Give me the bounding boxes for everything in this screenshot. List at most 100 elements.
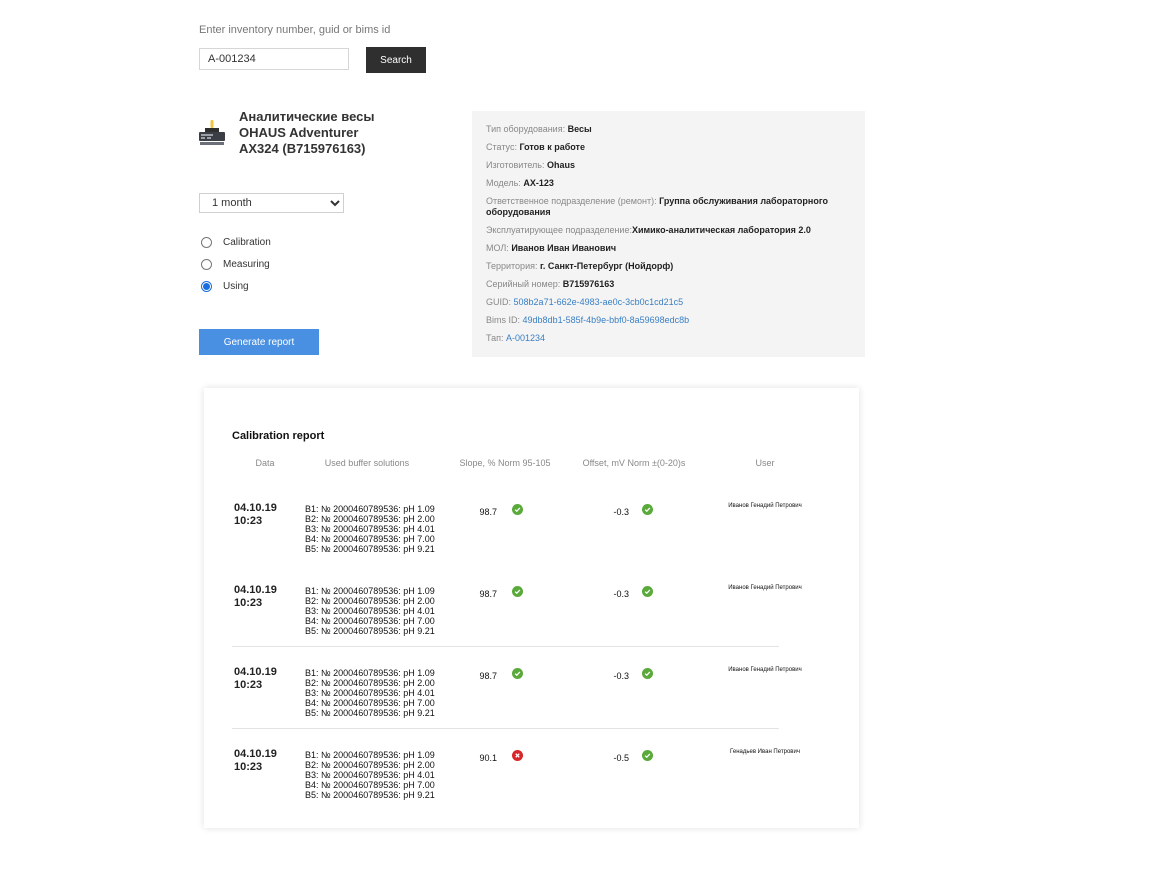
buffer-line: B4: № 2000460789536: pH 7.00	[305, 616, 435, 626]
row-date-day: 04.10.19	[234, 666, 277, 678]
row-date-day: 04.10.19	[234, 748, 277, 760]
check-icon	[642, 750, 653, 761]
info-key: Серийный номер:	[486, 279, 561, 289]
info-value: B715976163	[562, 279, 615, 289]
row-slope: 90.1	[479, 753, 497, 763]
row-date-day: 04.10.19	[234, 584, 277, 596]
row-date: 04.10.19 10:23	[234, 502, 294, 528]
info-row-type: Тип оборудования: Весы	[486, 124, 851, 135]
row-user: Генадьев Иван Петрович	[730, 749, 800, 755]
table-row: 04.10.19 10:23 B1: № 2000460789536: pH 1.0…	[204, 584, 859, 666]
check-icon	[642, 504, 653, 515]
info-key: Изготовитель:	[486, 160, 545, 170]
info-row-territory: Территория: г. Санкт-Петербург (Нойдорф)	[486, 261, 851, 272]
row-date-day: 04.10.19	[234, 502, 277, 514]
buffer-line: B2: № 2000460789536: pH 2.00	[305, 760, 435, 770]
buffer-line: B1: № 2000460789536: pH 1.09	[305, 750, 435, 760]
info-row-manufacturer: Изготовитель: Ohaus	[486, 160, 851, 171]
row-user: Иванов Генадий Петрович	[728, 585, 802, 591]
scale-icon	[197, 118, 227, 148]
row-offset: -0.5	[613, 753, 629, 763]
buffer-line: B3: № 2000460789536: pH 4.01	[305, 688, 435, 698]
table-row: 04.10.19 10:23 B1: № 2000460789536: pH 1.0…	[204, 502, 859, 584]
radio-using[interactable]: Using	[201, 281, 249, 292]
check-icon	[642, 668, 653, 679]
table-row: 04.10.19 10:23 B1: № 2000460789536: pH 1.0…	[204, 748, 859, 830]
check-icon	[512, 668, 523, 679]
info-row-model: Модель: AX-123	[486, 178, 851, 189]
info-value: Химико-аналитическая лаборатория 2.0	[631, 225, 811, 235]
generate-report-button[interactable]: Generate report	[199, 329, 319, 355]
equipment-title-line: OHAUS Adventurer	[239, 125, 359, 140]
row-buffers: B1: № 2000460789536: pH 1.09 B2: № 200046…	[305, 504, 465, 554]
row-slope: 98.7	[479, 507, 497, 517]
equipment-info-panel: Тип оборудования: Весы Статус: Готов к р…	[472, 111, 865, 357]
error-icon	[512, 750, 523, 761]
column-header-buffers: Used buffer solutions	[324, 458, 410, 468]
guid-link[interactable]: 508b2a71-662e-4983-ae0c-3cb0c1cd21c5	[514, 297, 684, 307]
buffer-line: B3: № 2000460789536: pH 4.01	[305, 770, 435, 780]
search-button[interactable]: Search	[366, 47, 426, 73]
row-offset: -0.3	[613, 589, 629, 599]
row-date-time: 10:23	[234, 597, 263, 609]
buffer-line: B5: № 2000460789536: pH 9.21	[305, 626, 435, 636]
info-row-status: Статус: Готов к работе	[486, 142, 851, 153]
buffer-line: B5: № 2000460789536: pH 9.21	[305, 790, 435, 800]
row-date: 04.10.19 10:23	[234, 666, 294, 692]
buffer-line: B2: № 2000460789536: pH 2.00	[305, 514, 435, 524]
radio-label: Calibration	[223, 237, 271, 248]
row-date-time: 10:23	[234, 679, 263, 691]
search-input[interactable]	[199, 48, 349, 70]
tap-link[interactable]: A-001234	[506, 333, 545, 343]
row-date-time: 10:23	[234, 515, 263, 527]
buffer-line: B4: № 2000460789536: pH 7.00	[305, 780, 435, 790]
check-icon	[512, 586, 523, 597]
info-key: Тип оборудования:	[486, 124, 566, 134]
row-buffers: B1: № 2000460789536: pH 1.09 B2: № 200046…	[305, 668, 465, 718]
radio-label: Using	[223, 281, 249, 292]
buffer-line: B4: № 2000460789536: pH 7.00	[305, 534, 435, 544]
radio-measuring[interactable]: Measuring	[201, 259, 270, 270]
buffer-line: B1: № 2000460789536: pH 1.09	[305, 504, 435, 514]
info-key: Модель:	[486, 178, 521, 188]
row-slope: 98.7	[479, 589, 497, 599]
buffer-line: B5: № 2000460789536: pH 9.21	[305, 708, 435, 718]
row-divider	[232, 646, 779, 647]
info-row-tap: Тап: A-001234	[486, 333, 851, 344]
calibration-report-card: Calibration report Data Used buffer solu…	[204, 388, 859, 828]
buffer-line: B1: № 2000460789536: pH 1.09	[305, 668, 435, 678]
period-select[interactable]: 1 month	[199, 193, 344, 213]
row-divider	[232, 728, 779, 729]
check-icon	[512, 504, 523, 515]
buffer-line: B1: № 2000460789536: pH 1.09	[305, 586, 435, 596]
table-row: 04.10.19 10:23 B1: № 2000460789536: pH 1.0…	[204, 666, 859, 748]
radio-circle[interactable]	[201, 237, 212, 248]
info-value: Ohaus	[547, 160, 576, 170]
radio-circle[interactable]	[201, 259, 212, 270]
info-value: Иванов Иван Иванович	[511, 243, 617, 253]
row-date: 04.10.19 10:23	[234, 584, 294, 610]
info-value: Весы	[567, 124, 592, 134]
bims-id-link[interactable]: 49db8db1-585f-4b9e-bbf0-8a59698edc8b	[523, 315, 690, 325]
info-value: г. Санкт-Петербург (Нойдорф)	[539, 261, 674, 271]
row-user: Иванов Генадий Петрович	[728, 503, 802, 509]
search-label: Enter inventory number, guid or bims id	[199, 24, 391, 36]
equipment-title-line: AX324 (B715976163)	[239, 141, 366, 156]
column-header-user: User	[755, 458, 775, 468]
radio-circle[interactable]	[201, 281, 212, 292]
row-date-time: 10:23	[234, 761, 263, 773]
info-row-bims-id: Bims ID: 49db8db1-585f-4b9e-bbf0-8a59698…	[486, 315, 851, 326]
radio-calibration[interactable]: Calibration	[201, 237, 271, 248]
info-row-mol: МОЛ: Иванов Иван Иванович	[486, 243, 851, 254]
buffer-line: B3: № 2000460789536: pH 4.01	[305, 524, 435, 534]
column-header-data: Data	[255, 458, 275, 468]
info-key: Bims ID:	[486, 315, 521, 325]
row-offset: -0.3	[613, 671, 629, 681]
info-key: GUID:	[486, 297, 512, 307]
check-icon	[642, 586, 653, 597]
info-value: AX-123	[523, 178, 554, 188]
info-row-guid: GUID: 508b2a71-662e-4983-ae0c-3cb0c1cd21…	[486, 297, 851, 308]
equipment-title-line: Аналитические весы	[239, 109, 375, 124]
info-row-serial: Серийный номер: B715976163	[486, 279, 851, 290]
info-row-operating-dept: Эксплуатирующее подразделение:Химико-ана…	[486, 225, 851, 236]
